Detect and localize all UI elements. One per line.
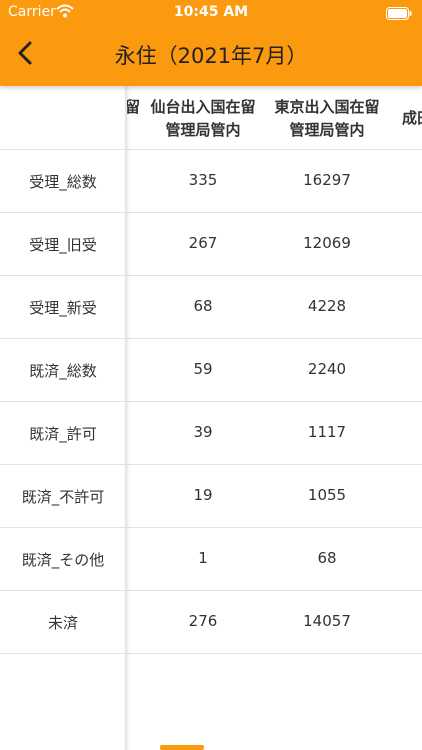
column-header-partial-right: 成田 <box>402 109 422 127</box>
cell-sendai: 1 <box>198 549 208 567</box>
row-label: 既済_不許可 <box>21 488 105 506</box>
cell-tokyo: 2240 <box>307 360 347 378</box>
cell-tokyo: 12069 <box>303 234 351 252</box>
page-title: 永住（2021年7月） <box>114 44 308 68</box>
row-label: 未済 <box>47 614 78 632</box>
frozen-column-divider <box>125 86 127 750</box>
cell-tokyo: 68 <box>317 549 337 567</box>
row-label: 受理_旧受 <box>29 236 97 254</box>
status-time: 10:45 AM <box>173 4 249 20</box>
table-row: 既済_許可 39 1117 <box>0 401 422 465</box>
cell-tokyo: 16297 <box>303 171 351 189</box>
table-row: 受理_旧受 267 12069 <box>0 212 422 276</box>
cell-tokyo: 1055 <box>307 486 347 504</box>
navigation-bar: Carrier 10:45 AM 永住（2021年7月） <box>0 0 422 86</box>
cell-tokyo: 4228 <box>307 297 347 315</box>
row-label: 既済_その他 <box>21 551 105 569</box>
table-row: 既済_不許可 19 1055 <box>0 464 422 528</box>
row-label: 受理_総数 <box>29 173 97 191</box>
data-table[interactable]: 留 仙台出入国在留 管理局管内 東京出入国在留 管理局管内 成田 受理_総数 3… <box>0 86 422 750</box>
row-label: 既済_総数 <box>29 362 97 380</box>
column-header-sendai: 仙台出入国在留 管理局管内 <box>150 98 256 139</box>
cell-sendai: 19 <box>193 486 213 504</box>
status-bar: Carrier 10:45 AM <box>0 0 422 24</box>
row-label: 既済_許可 <box>29 425 97 443</box>
table-row: 受理_新受 68 4228 <box>0 275 422 339</box>
cell-sendai: 267 <box>188 234 218 252</box>
cell-sendai: 39 <box>193 423 213 441</box>
cell-sendai: 59 <box>193 360 213 378</box>
cell-sendai: 335 <box>188 171 218 189</box>
table-row: 受理_総数 335 16297 <box>0 149 422 213</box>
battery-icon <box>386 5 412 24</box>
horizontal-scroll-indicator[interactable] <box>160 745 204 750</box>
cell-sendai: 68 <box>193 297 213 315</box>
column-header-partial-left: 留 <box>124 98 140 116</box>
table-row: 既済_その他 1 68 <box>0 527 422 591</box>
table-header-row: 留 仙台出入国在留 管理局管内 東京出入国在留 管理局管内 成田 <box>0 86 422 150</box>
column-header-tokyo: 東京出入国在留 管理局管内 <box>274 98 380 139</box>
cell-sendai: 276 <box>188 612 218 630</box>
row-label: 受理_新受 <box>29 299 97 317</box>
cell-tokyo: 14057 <box>303 612 351 630</box>
table-row: 未済 276 14057 <box>0 590 422 654</box>
cell-tokyo: 1117 <box>307 423 347 441</box>
table-row: 既済_総数 59 2240 <box>0 338 422 402</box>
